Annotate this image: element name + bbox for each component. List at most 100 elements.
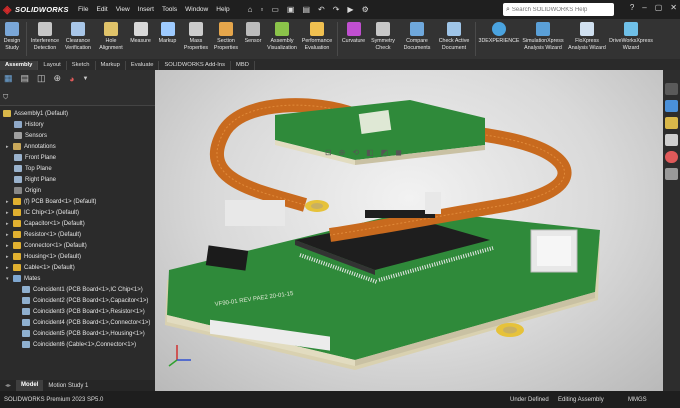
tree-item-capacitor[interactable]: ▸ Capacitor<1> (Default) <box>6 218 85 229</box>
expand-icon[interactable]: ▸ <box>6 232 11 238</box>
mass-properties-button[interactable]: Mass Properties <box>181 22 211 51</box>
save-icon[interactable]: ▣ <box>287 5 295 14</box>
tree-item-cable[interactable]: ▸ Cable<1> (Default) <box>6 262 75 273</box>
help-icon[interactable]: ? <box>630 3 634 12</box>
restore-icon[interactable]: ▢ <box>655 3 663 12</box>
tree-item-coincident6[interactable]: Coincident6 (Cable<1>,Connector<1>) <box>22 339 136 350</box>
expand-icon[interactable]: ▸ <box>6 210 11 216</box>
tab-solidworks-add-ins[interactable]: SOLIDWORKS Add-Ins <box>159 61 232 70</box>
tree-item-coincident1[interactable]: Coincident1 (PCB Board<1>,IC Chip<1>) <box>22 284 143 295</box>
tab-sketch[interactable]: Sketch <box>67 61 96 70</box>
new-icon[interactable]: ▫ <box>260 5 263 14</box>
expand-icon[interactable]: ▸ <box>6 144 11 150</box>
minimize-icon[interactable]: – <box>642 3 646 12</box>
expand-icon[interactable]: ▸ <box>6 221 11 227</box>
redo-icon[interactable]: ↷ <box>333 5 340 14</box>
tab-assembly[interactable]: Assembly <box>0 61 39 70</box>
tree-item-sensors[interactable]: Sensors <box>14 130 47 141</box>
graphics-area[interactable]: VF90-01 REV PAE2 20-01-15 ⊡ ⊕ ⟲ ◧ ◩ ◼ <box>155 70 663 391</box>
tab-mbd[interactable]: MBD <box>231 61 255 70</box>
tree-item-coincident5[interactable]: Coincident5 (PCB Board<1>,Housing<1>) <box>22 328 145 339</box>
tree-item-coincident3[interactable]: Coincident3 (PCB Board<1>,Resistor<1>) <box>22 306 145 317</box>
3dexperience-button[interactable]: 3DEXPERIENCE <box>478 22 520 45</box>
display-style-icon[interactable]: ◼ <box>395 148 402 157</box>
tree-item-connector[interactable]: ▸ Connector<1> (Default) <box>6 240 87 251</box>
tree-filter[interactable]: ⛉ <box>3 93 152 103</box>
menu-edit[interactable]: Edit <box>96 6 107 13</box>
rebuild-icon[interactable]: ▶ <box>347 5 353 14</box>
check-active-document-button[interactable]: Check Active Document <box>435 22 473 51</box>
menu-insert[interactable]: Insert <box>138 6 154 13</box>
driveworksxpress-button[interactable]: DriveWorksXpress Wizard <box>608 22 654 51</box>
expand-icon[interactable]: ▸ <box>6 254 11 260</box>
print-icon[interactable]: ▤ <box>302 5 310 14</box>
tab-evaluate[interactable]: Evaluate <box>126 61 160 70</box>
property-manager-icon[interactable]: ▤ <box>21 73 30 84</box>
home-icon[interactable]: ⌂ <box>248 5 253 14</box>
options-icon[interactable]: ⚙ <box>362 5 369 14</box>
pcb-assembly-model[interactable]: VF90-01 REV PAE2 20-01-15 <box>155 70 663 391</box>
design-library-icon[interactable] <box>665 100 678 112</box>
tree-item-annotations[interactable]: ▸ Annotations <box>6 141 56 152</box>
symmetry-check-button[interactable]: Symmetry Check <box>367 22 399 51</box>
expand-icon[interactable]: ▸ <box>6 265 11 271</box>
previous-view-icon[interactable]: ⟲ <box>352 148 359 157</box>
zoom-area-icon[interactable]: ⊕ <box>339 148 346 157</box>
display-manager-icon[interactable]: ◕ <box>69 74 74 84</box>
sensor-button[interactable]: Sensor <box>241 22 265 45</box>
feature-tree-icon[interactable]: ▦ <box>4 73 13 84</box>
simulationxpress-button[interactable]: SimulationXpress Analysis Wizard <box>520 22 566 51</box>
expand-icon[interactable]: ▸ <box>6 199 11 205</box>
view-orientation-icon[interactable]: ◩ <box>381 148 389 157</box>
tree-root-assembly[interactable]: Assembly1 (Default) <box>3 108 68 119</box>
menu-help[interactable]: Help <box>216 6 229 13</box>
menu-window[interactable]: Window <box>185 6 208 13</box>
solidworks-resources-icon[interactable] <box>665 83 678 95</box>
tree-item-origin[interactable]: Origin <box>14 185 41 196</box>
tree-item-housing[interactable]: ▸ Housing<1> (Default) <box>6 251 81 262</box>
section-view-icon[interactable]: ◧ <box>366 148 374 157</box>
unit-system[interactable]: MMGS <box>628 397 647 403</box>
tree-item-pcb-board[interactable]: ▸ (f) PCB Board<1> (Default) <box>6 196 96 207</box>
close-icon[interactable]: ✕ <box>670 3 677 12</box>
tree-item-ic-chip[interactable]: ▸ IC Chip<1> (Default) <box>6 207 79 218</box>
tree-item-history[interactable]: History <box>14 119 44 130</box>
hole-alignment-button[interactable]: Hole Alignment <box>95 22 127 51</box>
custom-properties-icon[interactable] <box>665 168 678 180</box>
menu-tools[interactable]: Tools <box>162 6 177 13</box>
expand-icon[interactable]: ▸ <box>6 243 11 249</box>
markup-button[interactable]: Markup <box>154 22 181 45</box>
tab-markup[interactable]: Markup <box>96 61 126 70</box>
tree-item-resistor[interactable]: ▸ Resistor<1> (Default) <box>6 229 81 240</box>
chevron-down-icon[interactable]: ▼ <box>83 76 89 82</box>
floxpress-button[interactable]: FloXpress Analysis Wizard <box>566 22 608 51</box>
tab-motion-study-1[interactable]: Motion Study 1 <box>43 383 93 389</box>
cable-connector[interactable] <box>225 200 285 226</box>
solidworks-logo[interactable]: ◈ SOLIDWORKS <box>0 4 74 16</box>
tree-item-right-plane[interactable]: Right Plane <box>14 174 56 185</box>
tree-item-front-plane[interactable]: Front Plane <box>14 152 56 163</box>
zoom-to-fit-icon[interactable]: ⊡ <box>325 148 332 157</box>
tab-model[interactable]: Model <box>16 380 44 391</box>
appearances-icon[interactable] <box>665 151 678 163</box>
tree-item-coincident2[interactable]: Coincident2 (PCB Board<1>,Capacitor<1>) <box>22 295 148 306</box>
tree-item-coincident4[interactable]: Coincident4 (PCB Board<1>,Connector<1>) <box>22 317 150 328</box>
section-properties-button[interactable]: Section Properties <box>211 22 241 51</box>
tree-item-top-plane[interactable]: Top Plane <box>14 163 52 174</box>
filter-icon[interactable]: ⛉ <box>3 94 8 102</box>
file-explorer-icon[interactable] <box>665 117 678 129</box>
tab-scroll-icon[interactable]: ◂▸ <box>0 382 16 389</box>
collapse-icon[interactable]: ▾ <box>6 276 11 282</box>
design-study-button[interactable]: Design Study <box>0 22 24 51</box>
assembly-visualization-button[interactable]: Assembly Visualization <box>265 22 299 51</box>
curvature-button[interactable]: Curvature <box>340 22 367 45</box>
search-input[interactable] <box>511 6 612 13</box>
view-palette-icon[interactable] <box>665 134 678 146</box>
menu-view[interactable]: View <box>116 6 130 13</box>
measure-button[interactable]: Measure <box>127 22 154 45</box>
dimxpert-icon[interactable]: ⊕ <box>54 73 62 84</box>
open-icon[interactable]: ▭ <box>271 5 279 14</box>
tab-layout[interactable]: Layout <box>38 61 67 70</box>
configuration-manager-icon[interactable]: ◫ <box>37 73 46 84</box>
tree-item-mates[interactable]: ▾ Mates <box>6 273 40 284</box>
